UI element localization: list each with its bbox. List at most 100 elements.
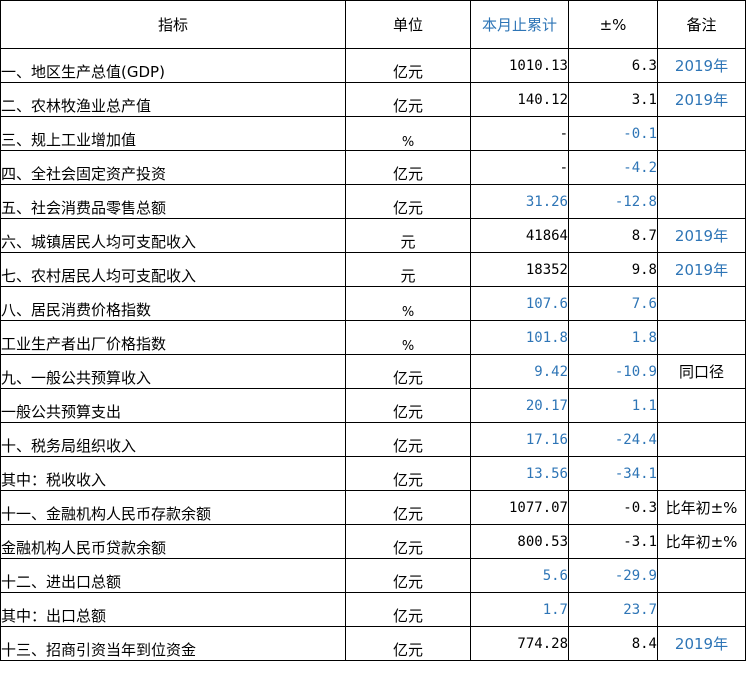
cell-pct[interactable]: 9.8 (568, 252, 658, 287)
cell-pct[interactable]: -0.3 (568, 490, 658, 525)
cell-pct[interactable]: 23.7 (568, 592, 658, 627)
cell-cumulative[interactable]: - (470, 116, 569, 151)
cell-unit[interactable]: 亿元 (345, 422, 471, 457)
cell-indicator[interactable]: 八、居民消费价格指数 (0, 286, 346, 321)
cell-note[interactable]: 2019年 (657, 626, 746, 661)
cell-cumulative[interactable]: 140.12 (470, 82, 569, 117)
cell-cumulative[interactable]: 17.16 (470, 422, 569, 457)
cell-cumulative[interactable]: 5.6 (470, 558, 569, 593)
cell-note[interactable]: 2019年 (657, 82, 746, 117)
cell-pct[interactable]: -12.8 (568, 184, 658, 219)
cell-note[interactable]: 2019年 (657, 48, 746, 83)
cell-note[interactable] (657, 456, 746, 491)
cell-unit[interactable]: 亿元 (345, 354, 471, 389)
cell-indicator[interactable]: 其中：税收收入 (0, 456, 346, 491)
cell-note[interactable]: 2019年 (657, 252, 746, 287)
cell-indicator[interactable]: 金融机构人民币贷款余额 (0, 524, 346, 559)
cell-cumulative[interactable]: 107.6 (470, 286, 569, 321)
cell-pct[interactable]: -10.9 (568, 354, 658, 389)
cell-cumulative[interactable]: - (470, 150, 569, 185)
cell-note[interactable] (657, 388, 746, 423)
cell-unit[interactable]: 亿元 (345, 150, 471, 185)
cell-cumulative[interactable]: 18352 (470, 252, 569, 287)
cell-pct[interactable]: 7.6 (568, 286, 658, 321)
cell-indicator[interactable]: 九、一般公共预算收入 (0, 354, 346, 389)
cell-unit[interactable]: % (345, 286, 471, 321)
cell-unit[interactable]: % (345, 116, 471, 151)
cell-cumulative[interactable]: 41864 (470, 218, 569, 253)
cell-note[interactable] (657, 184, 746, 219)
cell-cumulative[interactable]: 9.42 (470, 354, 569, 389)
cell-pct[interactable]: -29.9 (568, 558, 658, 593)
cell-unit[interactable]: 亿元 (345, 48, 471, 83)
cell-unit[interactable]: 亿元 (345, 184, 471, 219)
cell-note[interactable] (657, 116, 746, 151)
cell-cumulative[interactable]: 1.7 (470, 592, 569, 627)
cell-indicator[interactable]: 十二、进出口总额 (0, 558, 346, 593)
cell-note[interactable]: 比年初±% (657, 524, 746, 559)
cell-pct[interactable]: -34.1 (568, 456, 658, 491)
cell-indicator[interactable]: 十、税务局组织收入 (0, 422, 346, 457)
cell-cumulative[interactable]: 31.26 (470, 184, 569, 219)
cell-cumulative[interactable]: 800.53 (470, 524, 569, 559)
cell-note[interactable] (657, 320, 746, 355)
cell-pct[interactable]: 8.4 (568, 626, 658, 661)
cell-pct[interactable]: -3.1 (568, 524, 658, 559)
header-unit[interactable]: 单位 (345, 0, 471, 49)
cell-note[interactable] (657, 150, 746, 185)
cell-cumulative[interactable]: 101.8 (470, 320, 569, 355)
table-row: 其中：税收收入 亿元 13.56 -34.1 (0, 456, 746, 491)
cell-indicator[interactable]: 四、全社会固定资产投资 (0, 150, 346, 185)
cell-unit[interactable]: 亿元 (345, 456, 471, 491)
cell-unit[interactable]: 亿元 (345, 592, 471, 627)
cell-cumulative[interactable]: 20.17 (470, 388, 569, 423)
cell-indicator[interactable]: 三、规上工业增加值 (0, 116, 346, 151)
cell-pct[interactable]: -4.2 (568, 150, 658, 185)
cell-pct[interactable]: 8.7 (568, 218, 658, 253)
cell-unit[interactable]: 亿元 (345, 626, 471, 661)
table-row: 十三、招商引资当年到位资金 亿元 774.28 8.4 2019年 (0, 626, 746, 661)
cell-unit[interactable]: 亿元 (345, 558, 471, 593)
cell-cumulative[interactable]: 1077.07 (470, 490, 569, 525)
cell-pct[interactable]: -0.1 (568, 116, 658, 151)
cell-pct[interactable]: -24.4 (568, 422, 658, 457)
table-row: 十、税务局组织收入 亿元 17.16 -24.4 (0, 422, 746, 457)
cell-pct[interactable]: 1.1 (568, 388, 658, 423)
cell-note[interactable]: 比年初±% (657, 490, 746, 525)
cell-indicator[interactable]: 七、农村居民人均可支配收入 (0, 252, 346, 287)
header-cumulative[interactable]: 本月止累计 (470, 0, 569, 49)
cell-unit[interactable]: % (345, 320, 471, 355)
table-row: 三、规上工业增加值% - -0.1 (0, 116, 746, 151)
cell-note[interactable]: 同口径 (657, 354, 746, 389)
cell-cumulative[interactable]: 1010.13 (470, 48, 569, 83)
cell-indicator[interactable]: 工业生产者出厂价格指数 (0, 320, 346, 355)
cell-unit[interactable]: 元 (345, 218, 471, 253)
cell-indicator[interactable]: 五、社会消费品零售总额 (0, 184, 346, 219)
cell-indicator[interactable]: 十三、招商引资当年到位资金 (0, 626, 346, 661)
cell-unit[interactable]: 亿元 (345, 490, 471, 525)
header-note[interactable]: 备注 (657, 0, 746, 49)
cell-indicator[interactable]: 一般公共预算支出 (0, 388, 346, 423)
cell-indicator[interactable]: 一、地区生产总值(GDP) (0, 48, 346, 83)
cell-note[interactable] (657, 286, 746, 321)
header-name[interactable]: 指标 (0, 0, 346, 49)
cell-note[interactable]: 2019年 (657, 218, 746, 253)
cell-unit[interactable]: 元 (345, 252, 471, 287)
cell-indicator[interactable]: 二、农林牧渔业总产值 (0, 82, 346, 117)
cell-indicator[interactable]: 其中：出口总额 (0, 592, 346, 627)
cell-indicator[interactable]: 十一、金融机构人民币存款余额 (0, 490, 346, 525)
cell-note[interactable] (657, 592, 746, 627)
cell-pct[interactable]: 1.8 (568, 320, 658, 355)
cell-pct[interactable]: 3.1 (568, 82, 658, 117)
cell-cumulative[interactable]: 13.56 (470, 456, 569, 491)
cell-cumulative[interactable]: 774.28 (470, 626, 569, 661)
indicator-table: 指标 单位 本月止累计 ±% 备注 一、地区生产总值(GDP) 亿元 1010.13… (0, 0, 746, 661)
cell-indicator[interactable]: 六、城镇居民人均可支配收入 (0, 218, 346, 253)
header-pct[interactable]: ±% (568, 0, 658, 49)
cell-note[interactable] (657, 422, 746, 457)
cell-unit[interactable]: 亿元 (345, 524, 471, 559)
cell-pct[interactable]: 6.3 (568, 48, 658, 83)
cell-unit[interactable]: 亿元 (345, 82, 471, 117)
cell-unit[interactable]: 亿元 (345, 388, 471, 423)
cell-note[interactable] (657, 558, 746, 593)
